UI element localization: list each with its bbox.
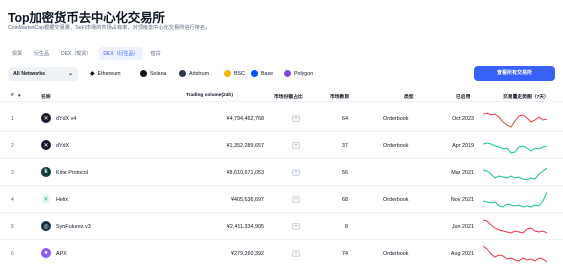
launched-date: Nov 2021 — [450, 197, 474, 203]
col-launched[interactable]: 已启用 — [456, 93, 470, 100]
chain-filter-polygon[interactable]: Polygon — [284, 70, 313, 77]
chain-label: BSC — [234, 70, 245, 77]
polygon-icon — [284, 70, 291, 77]
volume-value: ¥8,610,671,053 — [226, 170, 264, 176]
col-rank[interactable]: # — [11, 93, 14, 98]
kine-logo-icon: k — [41, 167, 51, 177]
exchange-type: Orderbook — [383, 251, 409, 257]
markets-count: 68 — [342, 197, 348, 203]
market-share-value: -- — [292, 169, 300, 176]
table-row[interactable]: 1 ✕ dYdX v4 ¥4,794,462,768 -- 64 Orderbo… — [0, 105, 563, 132]
row-rank: 2 — [11, 143, 14, 149]
row-rank: 4 — [11, 197, 14, 203]
volume-value: ¥4,794,462,768 — [226, 116, 264, 122]
exchange-name[interactable]: dYdX — [56, 143, 69, 149]
exchange-type: Orderbook — [383, 197, 409, 203]
chain-filter-bsc[interactable]: BSC — [224, 70, 245, 77]
volume-sparkline — [483, 219, 547, 234]
volume-sparkline — [483, 142, 547, 154]
markets-count: 8 — [345, 224, 348, 230]
col-markets[interactable]: 市场数目 — [330, 93, 349, 100]
chain-label: Polygon — [294, 70, 314, 77]
volume-value: ¥405,636,697 — [231, 197, 264, 203]
chain-filter-base[interactable]: Base — [251, 70, 273, 77]
row-rank: 1 — [11, 116, 14, 122]
markets-count: 56 — [342, 170, 348, 176]
launched-date: Aug 2021 — [450, 251, 474, 257]
filter-bar: All Networks ⌄ ◆ Ethereum Solana Arbitru… — [8, 66, 555, 82]
row-rank: 6 — [11, 251, 14, 257]
markets-count: 37 — [342, 143, 348, 149]
market-share-value: -- — [292, 196, 300, 203]
launched-date: Jun 2021 — [451, 224, 474, 230]
network-select[interactable]: All Networks ⌄ — [8, 67, 78, 81]
chain-label: Base — [261, 70, 274, 77]
table-row[interactable]: 6 ● APX ¥279,260,392 -- 74 Orderbook Aug… — [0, 240, 563, 267]
tab-dex-spot[interactable]: DEX（现货） — [57, 47, 95, 60]
tab-lending[interactable]: 借贷 — [147, 47, 165, 60]
network-select-value: All Networks — [13, 71, 46, 77]
view-all-exchanges-button[interactable]: 查看所有交易所 — [474, 66, 555, 81]
dydx-logo-icon: ✕ — [41, 113, 51, 123]
exchange-name[interactable]: dYdX v4 — [56, 116, 76, 122]
volume-value: ¥279,260,392 — [231, 251, 264, 257]
table-row[interactable]: 3 k Kine Protocol ¥8,610,671,053 -- 56 M… — [0, 159, 563, 186]
dydx-logo-icon: ✕ — [41, 140, 51, 150]
market-share-value: -- — [292, 115, 300, 122]
helix-logo-icon: ✕ — [41, 194, 51, 204]
apx-logo-icon: ● — [41, 248, 51, 258]
synfutures-logo-icon: ◎ — [41, 221, 51, 231]
col-type[interactable]: 类型 — [404, 93, 414, 100]
volume-value: ¥1,352,289,657 — [226, 143, 264, 149]
exchange-name[interactable]: Helix — [56, 197, 68, 203]
tab-derivatives[interactable]: 衍生品 — [30, 47, 53, 60]
col-volume[interactable]: Trading volume(24h) — [186, 93, 233, 98]
markets-count: 64 — [342, 116, 348, 122]
volume-value: ¥2,411,334,905 — [226, 224, 264, 230]
table-header: # ▾ 名称 Trading volume(24h) 市场份额占比 市场数目 类… — [0, 88, 563, 102]
exchange-name[interactable]: SynFutures v3 — [56, 224, 91, 230]
market-share-value: -- — [292, 250, 300, 257]
row-rank: 3 — [11, 170, 14, 176]
launched-date: Mar 2021 — [451, 170, 474, 176]
chevron-down-icon: ⌄ — [67, 71, 73, 77]
chain-filter-ethereum[interactable]: ◆ Ethereum — [90, 70, 121, 78]
tab-spot[interactable]: 现货 — [8, 47, 26, 60]
category-tabs: 现货 衍生品 DEX（现货） DEX（衍生品） 借贷 — [8, 47, 165, 60]
launched-date: Apr 2019 — [452, 143, 474, 149]
col-market-share[interactable]: 市场份额占比 — [274, 93, 303, 100]
volume-sparkline — [483, 112, 547, 128]
volume-sparkline — [483, 191, 547, 208]
row-rank: 5 — [11, 224, 14, 230]
sort-icon: ▾ — [18, 93, 21, 99]
tab-dex-derivatives[interactable]: DEX（衍生品） — [99, 47, 143, 60]
solana-icon — [140, 70, 147, 77]
exchange-type: Orderbook — [383, 143, 409, 149]
launched-date: Oct 2023 — [452, 116, 474, 122]
base-icon — [251, 70, 258, 77]
market-share-value: -- — [292, 142, 300, 149]
arbitrum-icon — [179, 70, 186, 77]
exchange-name[interactable]: Kine Protocol — [56, 170, 88, 176]
bsc-icon — [224, 70, 231, 77]
table-row[interactable]: 4 ✕ Helix ¥405,636,697 -- 68 Orderbook N… — [0, 186, 563, 213]
chain-label: Arbitrum — [189, 70, 210, 77]
markets-count: 74 — [342, 251, 348, 257]
market-share-value: -- — [292, 223, 300, 230]
volume-sparkline — [483, 167, 547, 181]
chain-filter-solana[interactable]: Solana — [140, 70, 167, 77]
table-row[interactable]: 2 ✕ dYdX ¥1,352,289,657 -- 37 Orderbook … — [0, 132, 563, 159]
table-row[interactable]: 5 ◎ SynFutures v3 ¥2,411,334,905 -- 8 Ju… — [0, 213, 563, 240]
exchange-type: Orderbook — [383, 116, 409, 122]
page-subtitle: CoinMarketCap根据交易量、SeFi市场的市场占有率，对顶级去中心化交… — [8, 25, 211, 31]
exchange-name[interactable]: APX — [56, 251, 67, 257]
volume-sparkline — [483, 245, 547, 263]
chain-label: Ethereum — [97, 70, 121, 77]
col-trend: 交易量走势图（7天） — [503, 95, 549, 100]
ethereum-icon: ◆ — [90, 71, 95, 77]
chain-label: Solana — [150, 70, 167, 77]
col-name[interactable]: 名称 — [41, 93, 51, 100]
chain-filter-arbitrum[interactable]: Arbitrum — [179, 70, 209, 77]
